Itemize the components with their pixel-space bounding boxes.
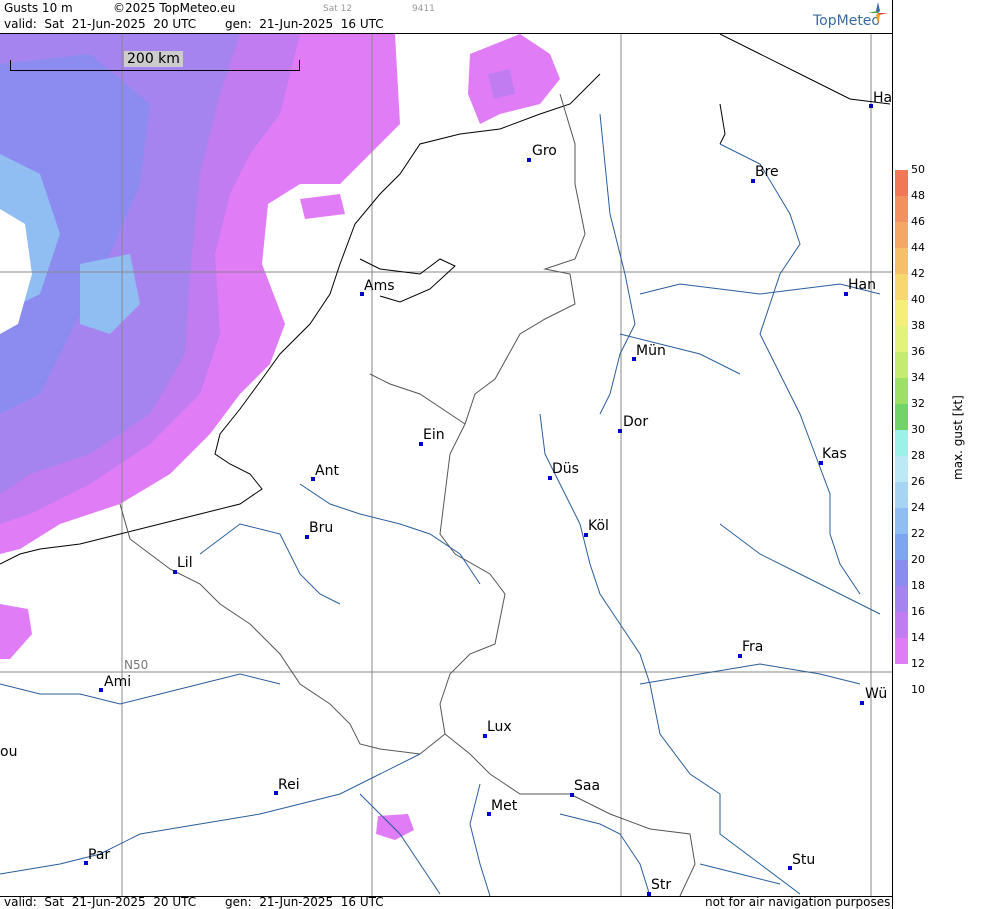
legend-tick-label: 40	[911, 293, 925, 306]
legend-tick-label: 46	[911, 215, 925, 228]
legend-tick-label: 14	[911, 631, 925, 644]
legend-swatch	[895, 404, 908, 430]
color-legend: 50 48 46 44 42 40 38 36 34 32 30 28 26 24 22 20 18 16 14 12…	[892, 0, 983, 909]
city-label: Met	[491, 798, 518, 814]
code: 9411	[412, 4, 435, 14]
legend-tick-label: 18	[911, 579, 925, 592]
legend-tick-label: 24	[911, 501, 925, 514]
city-label: Bre	[755, 164, 779, 180]
legend-tick-label: 12	[911, 657, 925, 670]
gen-time: gen: 21-Jun-2025 16 UTC	[225, 17, 384, 31]
legend-tick-label: 16	[911, 605, 925, 618]
city-label: Dor	[623, 414, 649, 430]
legend-swatch	[895, 612, 908, 638]
footer-note: not for air navigation purposes	[705, 895, 891, 909]
legend-swatch	[895, 456, 908, 482]
legend-tick-label: 28	[911, 449, 925, 462]
city-label: Han	[848, 277, 876, 293]
compass-star-icon	[868, 2, 888, 24]
city-label: Saa	[574, 778, 601, 794]
footer-valid-time: valid: Sat 21-Jun-2025 20 UTC	[4, 895, 197, 909]
legend-swatch	[895, 560, 908, 586]
city-label: Lux	[487, 719, 512, 735]
city-label: Düs	[552, 461, 579, 477]
map-area[interactable]: 200 km N50 Ha Gro Bre Ams Han Mün Dor Ei…	[0, 33, 892, 897]
legend-tick-label: 42	[911, 267, 925, 280]
legend-swatch	[895, 586, 908, 612]
legend-swatch	[895, 170, 908, 196]
legend-tick-label: 36	[911, 345, 925, 358]
legend-tick-label: 38	[911, 319, 925, 332]
city-label: ou	[0, 744, 18, 760]
city-label: Ha	[873, 90, 892, 106]
city-label: Wü	[865, 686, 888, 702]
header: Gusts 10 m ©2025 TopMeteo.eu Sat 12 9411…	[0, 0, 892, 33]
city-label: Gro	[532, 143, 557, 159]
city-label: Mün	[636, 343, 666, 359]
legend-swatch	[895, 196, 908, 222]
legend-swatch	[895, 430, 908, 456]
legend-tick-label: 34	[911, 371, 925, 384]
city-label: Par	[88, 847, 111, 863]
product-title: Gusts 10 m	[4, 1, 73, 15]
city-label: Fra	[742, 639, 764, 655]
legend-tick-label: 26	[911, 475, 925, 488]
city-label: Ami	[104, 674, 132, 690]
legend-swatch	[895, 274, 908, 300]
city-label: Rei	[278, 777, 300, 793]
legend-swatch	[895, 222, 908, 248]
city-label: Lil	[177, 555, 193, 571]
legend-swatch	[895, 352, 908, 378]
legend-swatch	[895, 300, 908, 326]
legend-tick-label: 50	[911, 163, 925, 176]
legend-swatch	[895, 508, 908, 534]
legend-swatch	[895, 378, 908, 404]
legend-tick-label: 44	[911, 241, 925, 254]
city-label: Ein	[423, 427, 445, 443]
city-label: Ant	[315, 463, 339, 479]
valid-time: valid: Sat 21-Jun-2025 20 UTC	[4, 17, 197, 31]
city-dot	[860, 701, 864, 705]
city-label: Köl	[588, 518, 609, 534]
gust-field	[0, 34, 560, 840]
legend-swatch	[895, 248, 908, 274]
legend-swatch	[895, 534, 908, 560]
legend-tick-label: 20	[911, 553, 925, 566]
legend-tick-label: 30	[911, 423, 925, 436]
footer: valid: Sat 21-Jun-2025 20 UTC gen: 21-Ju…	[0, 895, 892, 909]
legend-tick-label: 32	[911, 397, 925, 410]
copyright: ©2025 TopMeteo.eu	[113, 1, 236, 15]
city-label: Stu	[792, 852, 816, 868]
city-dot	[618, 429, 622, 433]
city-label: Bru	[309, 520, 334, 536]
legend-tick-label: 22	[911, 527, 925, 540]
legend-swatch	[895, 326, 908, 352]
city-label: Str	[651, 877, 672, 893]
footer-gen-time: gen: 21-Jun-2025 16 UTC	[225, 895, 384, 909]
latitude-label: N50	[124, 658, 149, 672]
city-label: Ams	[364, 278, 395, 294]
city-dot	[99, 688, 103, 692]
city-label: Kas	[822, 446, 847, 462]
scale-label: 200 km	[124, 51, 183, 67]
legend-tick-label: 10	[911, 683, 925, 696]
city-dot	[527, 158, 531, 162]
legend-title: max. gust [kt]	[951, 395, 965, 480]
legend-swatch	[895, 482, 908, 508]
run-tag: Sat 12	[323, 4, 353, 14]
legend-tick-label: 48	[911, 189, 925, 202]
legend-swatch	[895, 638, 908, 664]
